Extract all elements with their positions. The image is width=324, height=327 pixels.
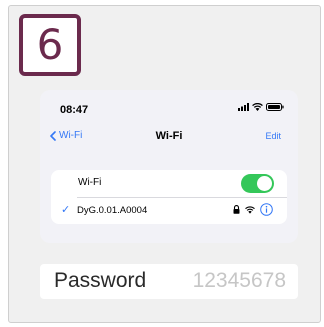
status-time: 08:47 (60, 104, 89, 116)
status-icons (238, 103, 284, 111)
wifi-icon (245, 205, 255, 214)
step-number-badge: 6 (19, 14, 81, 76)
nav-title: Wi-Fi (155, 130, 183, 142)
wifi-settings-group: Wi-Fi ✓ DyG.0.01.A0004 (51, 170, 287, 224)
password-value: 12345678 (192, 269, 286, 292)
cellular-signal-icon (238, 103, 249, 111)
wifi-icon (252, 103, 263, 111)
edit-button[interactable]: Edit (265, 131, 281, 141)
battery-icon (266, 103, 284, 111)
password-label: Password (54, 269, 147, 292)
network-row[interactable]: ✓ DyG.0.01.A0004 (51, 197, 287, 224)
toggle-knob (257, 176, 272, 191)
checkmark-icon: ✓ (61, 204, 71, 216)
wifi-toggle[interactable] (241, 174, 274, 193)
password-field[interactable]: Password 12345678 (40, 264, 298, 299)
wifi-toggle-row: Wi-Fi (51, 170, 287, 197)
info-icon[interactable] (260, 203, 273, 216)
navigation-bar: Wi-Fi Wi-Fi Edit (40, 126, 298, 148)
lock-icon (233, 205, 240, 214)
wifi-toggle-label: Wi-Fi (78, 177, 102, 188)
phone-screenshot: 08:47 Wi-Fi Wi-Fi Edit Wi-Fi ✓ DyG.0.01.… (40, 90, 298, 243)
status-bar: 08:47 (40, 90, 298, 128)
network-name: DyG.0.01.A0004 (77, 205, 148, 216)
network-icons (233, 203, 273, 216)
